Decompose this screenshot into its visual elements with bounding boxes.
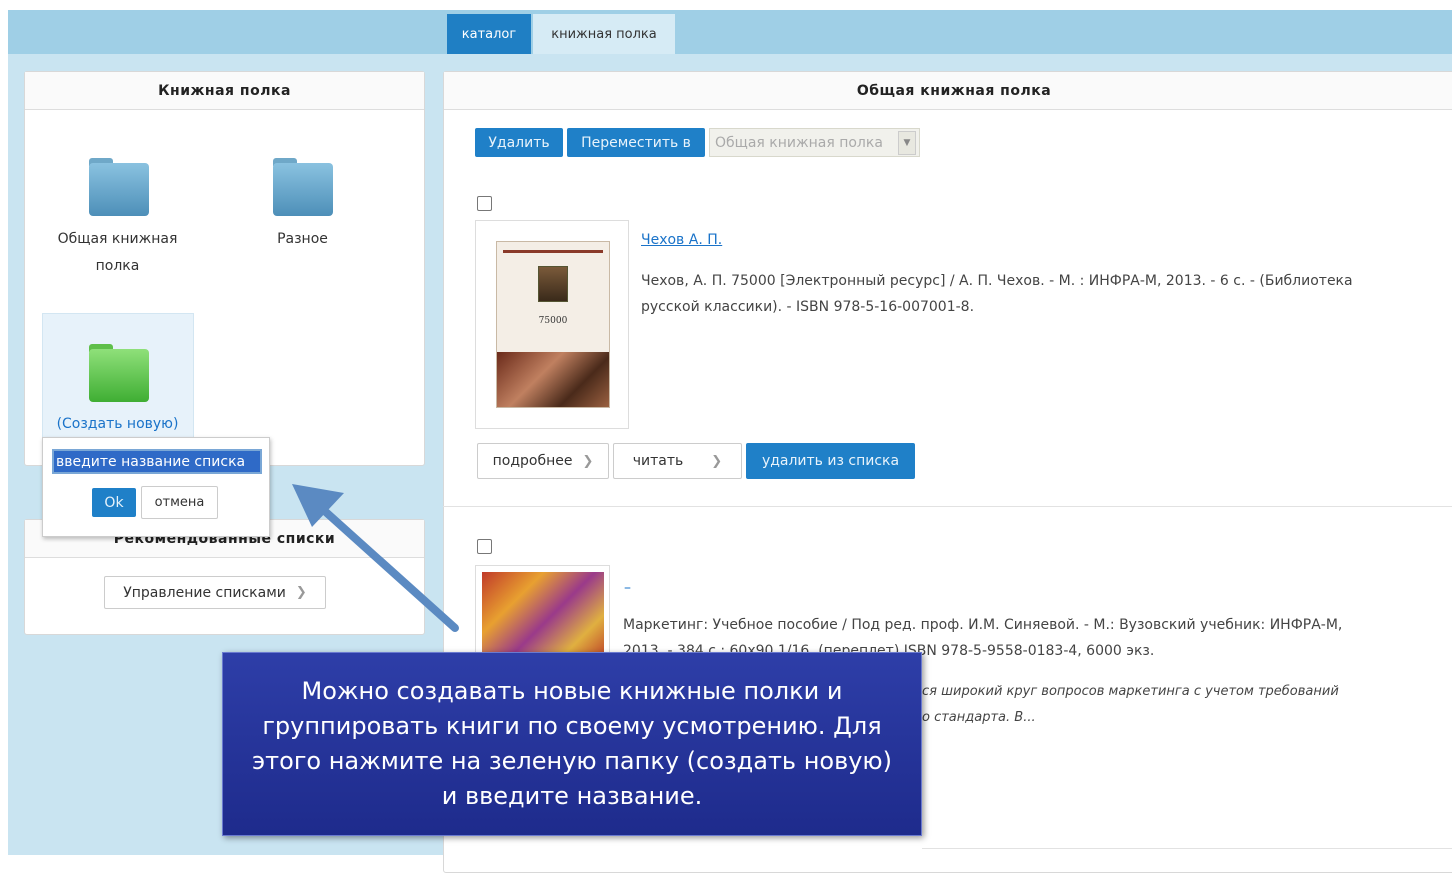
callout-line: Можно создавать новые книжные полки и — [301, 677, 843, 705]
description-line: Чехов, А. П. 75000 [Электронный ресурс] … — [641, 273, 1353, 289]
book-author-link[interactable]: Чехов А. П. — [641, 232, 722, 248]
cover-painting — [497, 352, 609, 407]
folder-icon[interactable] — [89, 158, 149, 216]
details-label: подробнее — [492, 453, 573, 469]
bottom-divider — [922, 848, 1452, 849]
book-annotation: ся широкий круг вопросов маркетинга с уч… — [922, 679, 1442, 731]
cover-title: 75000 — [538, 316, 568, 326]
top-nav-bar — [8, 10, 1452, 54]
chevron-right-icon: ❯ — [295, 585, 307, 600]
move-target-select[interactable]: Общая книжная полка ▼ — [709, 128, 920, 157]
folder-label-line: полка — [95, 258, 140, 274]
cancel-button[interactable]: отмена — [141, 486, 218, 519]
chevron-right-icon: ❯ — [711, 453, 723, 469]
tab-bookshelf[interactable]: книжная полка — [533, 14, 675, 54]
book-divider — [443, 506, 1452, 507]
bookshelf-panel-title: Книжная полка — [25, 72, 424, 110]
ok-button[interactable]: Ok — [92, 488, 136, 517]
chevron-down-icon: ▼ — [898, 130, 916, 155]
folder-misc-label[interactable]: Разное — [225, 226, 380, 253]
create-new-folder-label[interactable]: (Создать новую) — [40, 411, 195, 438]
description-line: Маркетинг: Учебное пособие / Под ред. пр… — [623, 617, 1343, 633]
delete-button[interactable]: Удалить — [475, 128, 563, 157]
details-button[interactable]: подробнее ❯ — [477, 443, 609, 479]
annotation-line: о стандарта. В... — [922, 710, 1036, 725]
description-line: русской классики). - ISBN 978-5-16-00700… — [641, 299, 975, 315]
read-button[interactable]: читать ❯ — [613, 443, 742, 479]
select-value: Общая книжная полка — [715, 134, 883, 151]
new-folder-icon[interactable] — [89, 344, 149, 402]
callout-line: группировать книги по своему усмотрению.… — [262, 712, 882, 740]
annotation-line: ся широкий круг вопросов маркетинга с уч… — [922, 684, 1339, 699]
book-select-checkbox[interactable] — [477, 196, 492, 211]
book-author-link[interactable]: – — [624, 580, 631, 596]
manage-lists-label: Управление списками — [123, 584, 286, 601]
tutorial-callout: Можно создавать новые книжные полки и гр… — [222, 652, 922, 836]
manage-lists-button[interactable]: Управление списками ❯ — [104, 576, 326, 609]
book-description: Чехов, А. П. 75000 [Электронный ресурс] … — [641, 268, 1451, 320]
tab-catalog[interactable]: каталог — [447, 14, 531, 54]
portrait-image — [538, 266, 568, 302]
cover-header-band — [503, 250, 603, 253]
cover-art — [482, 572, 604, 654]
folder-icon[interactable] — [273, 158, 333, 216]
book-cover[interactable]: 75000 — [475, 220, 629, 429]
read-label: читать — [632, 453, 684, 469]
book-select-checkbox[interactable] — [477, 539, 492, 554]
callout-line: этого нажмите на зеленую папку (создать … — [251, 747, 892, 775]
callout-line: и введите название. — [441, 782, 703, 810]
move-to-button[interactable]: Переместить в — [567, 128, 705, 157]
main-panel-title: Общая книжная полка — [444, 72, 1452, 110]
list-name-input[interactable] — [52, 449, 262, 474]
remove-from-list-button[interactable]: удалить из списка — [746, 443, 915, 479]
cover-art: 75000 — [496, 241, 610, 408]
folder-general-label[interactable]: Общая книжная полка — [40, 226, 195, 280]
chevron-right-icon: ❯ — [582, 453, 594, 469]
book-cover[interactable] — [475, 565, 610, 655]
folder-label-line: Общая книжная — [57, 231, 178, 247]
